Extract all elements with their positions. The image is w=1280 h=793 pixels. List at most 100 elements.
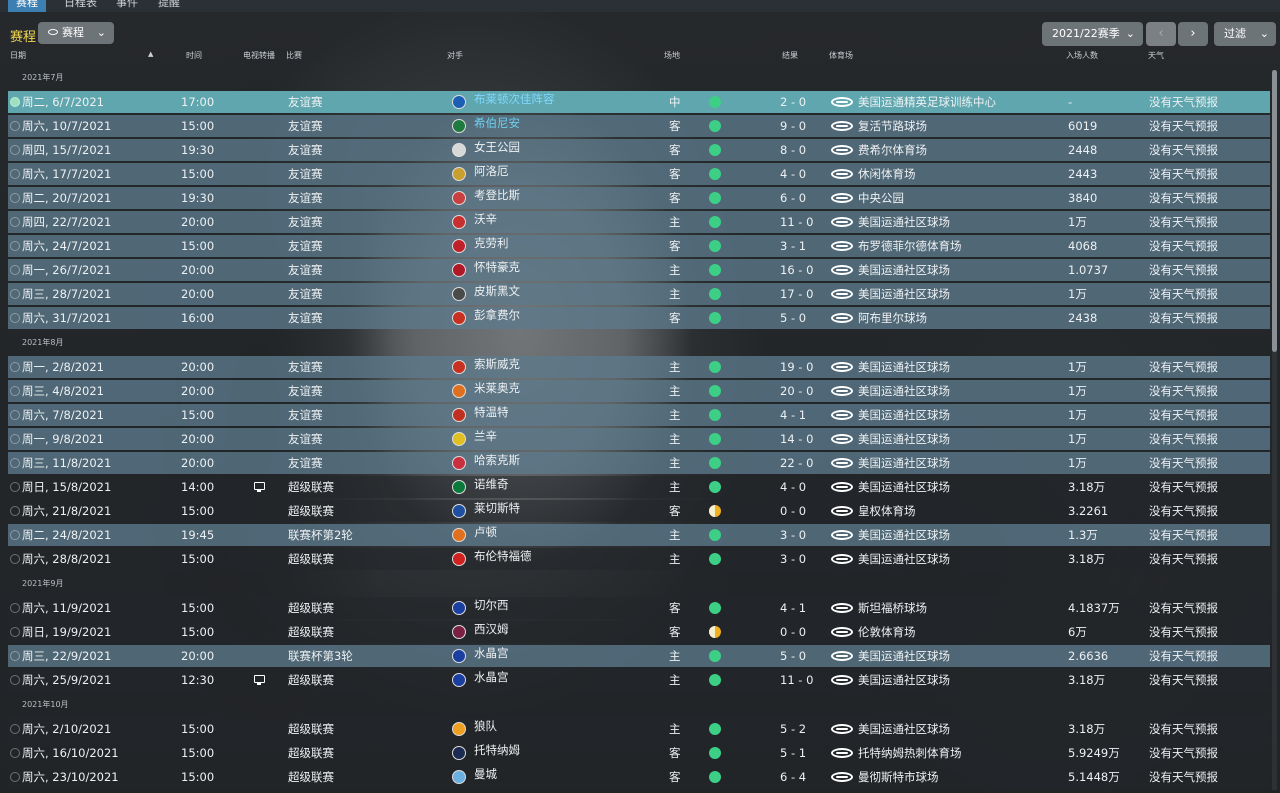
fixture-date[interactable]: 周一, 9/8/2021 [22, 428, 104, 450]
fixture-competition[interactable]: 友谊赛 [288, 235, 323, 257]
fixture-competition[interactable]: 友谊赛 [288, 139, 323, 161]
fixture-date[interactable]: 周三, 4/8/2021 [22, 380, 104, 402]
fixture-stadium[interactable]: 美国运通社区球场 [858, 283, 950, 305]
col-competition[interactable]: 比赛 [286, 50, 302, 61]
fixture-date[interactable]: 周六, 31/7/2021 [22, 307, 111, 329]
fixture-opponent[interactable]: 索斯威克 [474, 353, 520, 375]
fixture-score[interactable]: 6 - 4 [780, 766, 806, 788]
fixture-stadium[interactable]: 费希尔体育场 [858, 139, 927, 161]
fixture-stadium[interactable]: 美国运通社区球场 [858, 476, 950, 498]
fixture-score[interactable]: 20 - 0 [780, 380, 813, 402]
fixture-score[interactable]: 16 - 0 [780, 259, 813, 281]
fixture-opponent[interactable]: 皮斯黑文 [474, 280, 520, 302]
fixture-date[interactable]: 周六, 10/7/2021 [22, 115, 111, 137]
col-stadium[interactable]: 体育场 [829, 50, 853, 61]
col-venue[interactable]: 场地 [664, 50, 680, 61]
fixture-date[interactable]: 周六, 16/10/2021 [22, 742, 119, 764]
fixture-stadium[interactable]: 美国运通社区球场 [858, 645, 950, 667]
fixture-stadium[interactable]: 中央公园 [858, 187, 904, 209]
season-dropdown[interactable]: 2021/22赛季 ⌄ [1042, 22, 1143, 46]
col-attendance[interactable]: 入场人数 [1066, 50, 1098, 61]
fixture-stadium[interactable]: 美国运通社区球场 [858, 428, 950, 450]
fixture-date[interactable]: 周六, 11/9/2021 [22, 597, 111, 619]
fixture-date[interactable]: 周一, 2/8/2021 [22, 356, 104, 378]
fixture-row[interactable]: 周日, 19/9/2021 15:00 超级联赛 西汉姆 客 0 - 0 伦敦体育场 6万 没有… [8, 621, 1270, 643]
tab-events[interactable]: 事件 [108, 0, 146, 12]
fixture-stadium[interactable]: 美国运通社区球场 [858, 404, 950, 426]
fixture-opponent[interactable]: 女王公园 [474, 136, 520, 158]
fixture-row[interactable]: 周三, 11/8/2021 20:00 友谊赛 哈索克斯 主 22 - 0 美国运通社区球场… [8, 452, 1270, 474]
fixture-opponent[interactable]: 怀特豪克 [474, 256, 520, 278]
fixture-date[interactable]: 周三, 22/9/2021 [22, 645, 111, 667]
fixture-stadium[interactable]: 美国运通社区球场 [858, 380, 950, 402]
fixture-date[interactable]: 周六, 28/8/2021 [22, 548, 111, 570]
fixture-score[interactable]: 4 - 0 [780, 476, 806, 498]
fixture-competition[interactable]: 超级联赛 [288, 548, 334, 570]
fixture-row[interactable]: 周六, 2/10/2021 15:00 超级联赛 狼队 主 5 - 2 美国运通社区球场 3.… [8, 718, 1270, 740]
fixture-stadium[interactable]: 伦敦体育场 [858, 621, 916, 643]
fixture-score[interactable]: 6 - 0 [780, 187, 806, 209]
fixture-score[interactable]: 4 - 1 [780, 597, 806, 619]
fixture-opponent[interactable]: 布伦特福德 [474, 545, 532, 567]
fixture-date[interactable]: 周六, 7/8/2021 [22, 404, 104, 426]
fixture-stadium[interactable]: 休闲体育场 [858, 163, 916, 185]
fixture-opponent[interactable]: 布莱顿次佳阵容 [474, 88, 555, 110]
fixture-opponent[interactable]: 阿洛厄 [474, 160, 509, 182]
fixture-stadium[interactable]: 美国运通社区球场 [858, 452, 950, 474]
fixture-competition[interactable]: 友谊赛 [288, 380, 323, 402]
fixture-opponent[interactable]: 考登比斯 [474, 184, 520, 206]
fixture-opponent[interactable]: 托特纳姆 [474, 739, 520, 761]
col-result[interactable]: 结果 [782, 50, 798, 61]
fixture-row[interactable]: 周二, 6/7/2021 17:00 友谊赛 布莱顿次佳阵容 中 2 - 0 美国运通精英足… [8, 91, 1270, 113]
fixture-competition[interactable]: 友谊赛 [288, 187, 323, 209]
fixture-score[interactable]: 3 - 1 [780, 235, 806, 257]
fixture-opponent[interactable]: 兰辛 [474, 425, 497, 447]
scrollbar-thumb[interactable] [1272, 70, 1277, 352]
fixture-row[interactable]: 周二, 20/7/2021 19:30 友谊赛 考登比斯 客 6 - 0 中央公园 3840 没… [8, 187, 1270, 209]
fixture-opponent[interactable]: 西汉姆 [474, 618, 509, 640]
fixture-date[interactable]: 周二, 24/8/2021 [22, 524, 111, 546]
tab-reminders[interactable]: 提醒 [150, 0, 188, 12]
fixture-opponent[interactable]: 狼队 [474, 715, 497, 737]
fixture-row[interactable]: 周六, 7/8/2021 15:00 友谊赛 特温特 主 4 - 1 美国运通社区球场 1万 没… [8, 404, 1270, 426]
fixture-competition[interactable]: 友谊赛 [288, 428, 323, 450]
fixture-row[interactable]: 周六, 21/8/2021 15:00 超级联赛 莱切斯特 客 0 - 0 皇权体育场 3.2… [8, 500, 1270, 522]
fixture-competition[interactable]: 友谊赛 [288, 163, 323, 185]
fixture-opponent[interactable]: 希伯尼安 [474, 112, 520, 134]
fixture-date[interactable]: 周日, 15/8/2021 [22, 476, 111, 498]
fixture-score[interactable]: 3 - 0 [780, 548, 806, 570]
fixture-row[interactable]: 周六, 17/7/2021 15:00 友谊赛 阿洛厄 客 4 - 0 休闲体育场 2443 没… [8, 163, 1270, 185]
fixture-score[interactable]: 2 - 0 [780, 91, 806, 113]
fixture-score[interactable]: 14 - 0 [780, 428, 813, 450]
fixture-stadium[interactable]: 美国运通社区球场 [858, 259, 950, 281]
fixture-competition[interactable]: 友谊赛 [288, 404, 323, 426]
fixture-score[interactable]: 5 - 0 [780, 645, 806, 667]
fixture-row[interactable]: 周日, 15/8/2021 14:00 超级联赛 诺维奇 主 4 - 0 美国运通社区球场 3… [8, 476, 1270, 498]
fixture-opponent[interactable]: 水晶宫 [474, 642, 509, 664]
fixture-row[interactable]: 周六, 16/10/2021 15:00 超级联赛 托特纳姆 客 5 - 1 托特纳姆热刺体… [8, 742, 1270, 764]
fixture-row[interactable]: 周六, 31/7/2021 16:00 友谊赛 彭拿费尔 客 5 - 0 阿布里尔球场 243… [8, 307, 1270, 329]
fixture-score[interactable]: 11 - 0 [780, 669, 813, 691]
fixture-opponent[interactable]: 卢顿 [474, 521, 497, 543]
fixture-row[interactable]: 周六, 24/7/2021 15:00 友谊赛 克劳利 客 3 - 1 布罗德菲尔德体育场 4… [8, 235, 1270, 257]
scrollbar[interactable] [1272, 70, 1277, 790]
fixture-score[interactable]: 5 - 2 [780, 718, 806, 740]
fixture-row[interactable]: 周六, 10/7/2021 15:00 友谊赛 希伯尼安 客 9 - 0 复活节路球场 601… [8, 115, 1270, 137]
fixture-competition[interactable]: 友谊赛 [288, 259, 323, 281]
fixture-competition[interactable]: 超级联赛 [288, 766, 334, 788]
col-time[interactable]: 时间 [186, 50, 202, 61]
fixture-competition[interactable]: 友谊赛 [288, 115, 323, 137]
fixture-stadium[interactable]: 美国运通社区球场 [858, 548, 950, 570]
fixture-date[interactable]: 周二, 20/7/2021 [22, 187, 111, 209]
next-button[interactable]: › [1178, 22, 1208, 46]
fixture-stadium[interactable]: 皇权体育场 [858, 500, 916, 522]
fixture-opponent[interactable]: 水晶宫 [474, 666, 509, 688]
fixture-opponent[interactable]: 沃辛 [474, 208, 497, 230]
fixture-row[interactable]: 周一, 26/7/2021 20:00 友谊赛 怀特豪克 主 16 - 0 美国运通社区球场… [8, 259, 1270, 281]
fixture-stadium[interactable]: 复活节路球场 [858, 115, 927, 137]
fixture-opponent[interactable]: 莱切斯特 [474, 497, 520, 519]
fixture-date[interactable]: 周四, 22/7/2021 [22, 211, 111, 233]
fixture-score[interactable]: 0 - 0 [780, 621, 806, 643]
filter-dropdown[interactable]: 过滤 ⌄ [1214, 22, 1276, 46]
fixture-stadium[interactable]: 斯坦福桥球场 [858, 597, 927, 619]
